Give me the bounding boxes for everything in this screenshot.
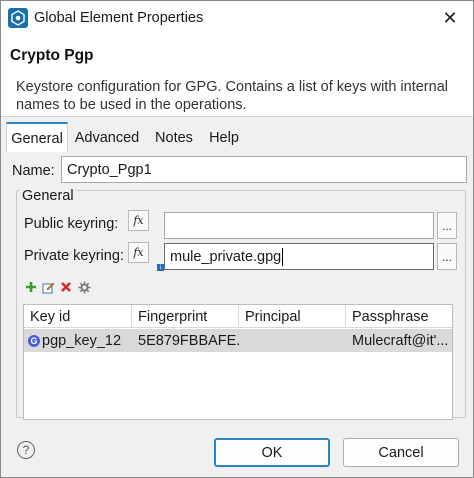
group-title-general: General xyxy=(20,188,76,204)
tab-content-general: Name: Crypto_Pgp1 General Public keyring… xyxy=(4,152,470,422)
key-element-icon: G xyxy=(28,334,40,347)
column-header-principal[interactable]: Principal xyxy=(239,305,346,328)
name-label: Name: xyxy=(12,163,55,179)
cell-fingerprint: 5E879FBBAFE... xyxy=(138,332,239,349)
window-title: Global Element Properties xyxy=(34,10,204,26)
cell-principal xyxy=(239,329,346,352)
tab-bar: General Advanced Notes Help xyxy=(1,119,473,153)
table-row[interactable]: G pgp_key_12 5E879FBBAFE... Mulecraft@it… xyxy=(24,329,452,352)
column-header-key-id[interactable]: Key id xyxy=(24,305,132,328)
dialog-heading: Crypto Pgp xyxy=(10,47,94,64)
fx-expression-button-private[interactable]: fx xyxy=(128,242,149,263)
cell-passphrase: Mulecraft@it'... xyxy=(352,332,449,349)
delete-icon[interactable] xyxy=(59,280,73,294)
fx-icon: fx xyxy=(133,246,144,259)
help-button[interactable]: ? xyxy=(17,441,35,459)
dialog-description: Keystore configuration for GPG. Contains… xyxy=(16,79,448,113)
cancel-button[interactable]: Cancel xyxy=(343,438,459,467)
add-icon[interactable] xyxy=(24,280,38,294)
browse-button-private[interactable]: ... xyxy=(437,243,457,270)
text-caret xyxy=(282,247,284,266)
column-header-passphrase[interactable]: Passphrase xyxy=(346,305,452,328)
name-field-value: Crypto_Pgp1 xyxy=(67,161,152,178)
column-header-fingerprint[interactable]: Fingerprint xyxy=(132,305,239,328)
key-id-value: pgp_key_12 xyxy=(42,332,122,349)
fx-expression-button-public[interactable]: fx xyxy=(128,210,149,231)
close-icon: ✕ xyxy=(442,7,458,28)
anypoint-app-icon xyxy=(8,8,28,28)
ellipsis-icon: ... xyxy=(441,249,452,264)
dialog-header: Crypto Pgp Keystore configuration for GP… xyxy=(1,35,473,117)
private-keyring-field[interactable]: mule_private.gpg xyxy=(164,243,434,270)
dialog-window: Global Element Properties ✕ Crypto Pgp K… xyxy=(0,0,474,478)
cell-key-id: G pgp_key_12 xyxy=(24,329,132,352)
info-decorator-icon: i xyxy=(157,264,164,271)
public-keyring-label: Public keyring: xyxy=(24,216,119,232)
table-header: Key id Fingerprint Principal Passphrase xyxy=(24,305,452,328)
close-button[interactable]: ✕ xyxy=(437,5,463,31)
fx-icon: fx xyxy=(133,214,144,227)
tab-notes[interactable]: Notes xyxy=(149,122,199,153)
keys-table: Key id Fingerprint Principal Passphrase … xyxy=(23,304,453,420)
tab-help[interactable]: Help xyxy=(204,122,244,153)
help-icon: ? xyxy=(22,443,30,457)
settings-icon[interactable] xyxy=(77,280,91,294)
private-keyring-value: mule_private.gpg xyxy=(170,248,282,265)
name-field[interactable]: Crypto_Pgp1 xyxy=(61,156,467,183)
browse-button-public[interactable]: ... xyxy=(437,212,457,239)
edit-icon[interactable] xyxy=(41,280,55,294)
public-keyring-field[interactable] xyxy=(164,212,434,239)
private-keyring-label: Private keyring: xyxy=(24,248,124,264)
ellipsis-icon: ... xyxy=(441,218,452,233)
dialog-footer: ? OK Cancel xyxy=(1,422,473,477)
ok-button[interactable]: OK xyxy=(214,438,330,467)
tab-general[interactable]: General xyxy=(6,122,68,153)
tab-advanced[interactable]: Advanced xyxy=(71,122,143,153)
title-bar: Global Element Properties ✕ xyxy=(1,1,473,35)
